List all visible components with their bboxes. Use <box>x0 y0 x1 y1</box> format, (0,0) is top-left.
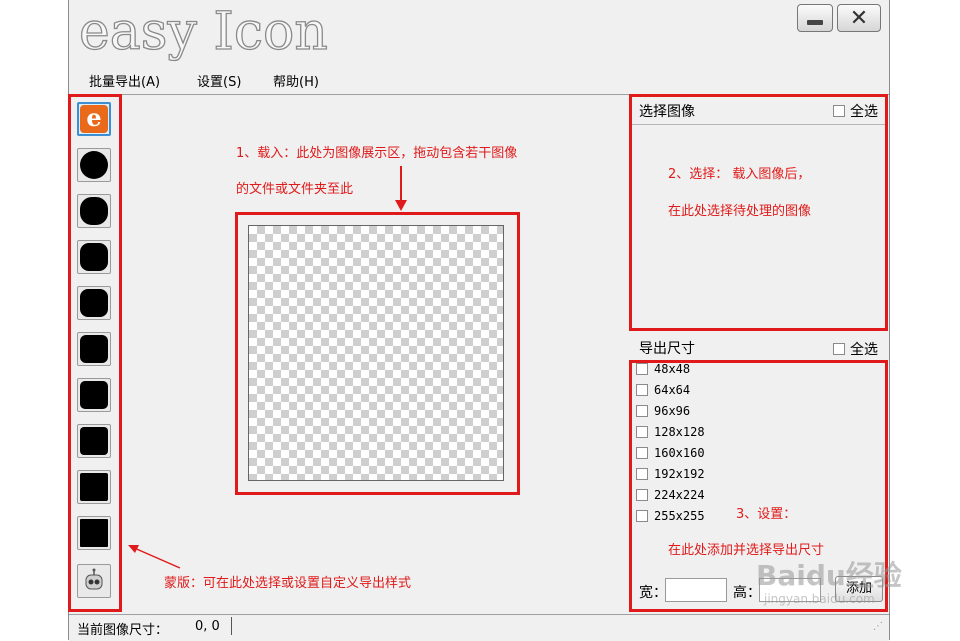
arrow-left-icon <box>128 545 181 569</box>
size-option[interactable]: 160x160 <box>636 446 705 460</box>
menu-settings[interactable]: 设置(S) <box>197 71 241 90</box>
checkbox[interactable] <box>636 384 648 396</box>
annotation-load-2: 的文件或文件夹至此 <box>236 182 354 197</box>
checkbox[interactable] <box>636 510 648 522</box>
checkbox[interactable] <box>636 489 648 501</box>
status-value: 0, 0 <box>195 619 220 634</box>
annotation-select-2: 在此处选择待处理的图像 <box>668 204 812 219</box>
watermark-url: jingyan.baidu.com <box>764 592 875 606</box>
status-divider <box>231 617 232 635</box>
size-option[interactable]: 192x192 <box>636 467 705 481</box>
size-option[interactable]: 255x255 <box>636 509 705 523</box>
size-option[interactable]: 48x48 <box>636 362 690 376</box>
annotation-select-1: 2、选择： 载入图像后， <box>668 167 811 182</box>
checkbox[interactable] <box>636 426 648 438</box>
checkbox[interactable] <box>636 405 648 417</box>
minimize-button[interactable] <box>797 4 833 32</box>
checkbox[interactable] <box>636 363 648 375</box>
menu-bar: 批量导出(A) 设置(S) 帮助(H) <box>69 66 889 95</box>
close-button[interactable]: ✕ <box>837 4 881 32</box>
checkbox[interactable] <box>636 468 648 480</box>
size-option[interactable]: 96x96 <box>636 404 690 418</box>
size-option[interactable]: 224x224 <box>636 488 705 502</box>
menu-help[interactable]: 帮助(H) <box>273 71 319 90</box>
export-size-select-all[interactable]: 全选 <box>833 339 878 359</box>
size-option[interactable]: 64x64 <box>636 383 690 397</box>
arrow-down-icon <box>395 166 407 211</box>
status-label: 当前图像尺寸： <box>77 623 169 638</box>
size-option[interactable]: 128x128 <box>636 425 705 439</box>
status-bar: 当前图像尺寸： 0, 0 ⋰ <box>69 614 889 641</box>
annotation-load-1: 1、载入：此处为图像展示区，拖动包含若干图像 <box>236 146 518 161</box>
close-icon: ✕ <box>849 5 869 31</box>
menu-batch-export[interactable]: 批量导出(A) <box>89 71 160 90</box>
checkbox[interactable] <box>833 343 845 355</box>
display-highlight-box <box>235 212 520 495</box>
annotation-mask: 蒙版：可在此处选择或设置自定义导出样式 <box>164 576 412 591</box>
mask-highlight-box <box>68 94 122 612</box>
title-bar: easy Icon ✕ <box>69 0 889 66</box>
minimize-icon <box>807 19 823 25</box>
resize-grip-icon[interactable]: ⋰ <box>873 621 883 632</box>
app-logo: easy Icon <box>78 1 328 62</box>
watermark-brand: Baidu经验 <box>756 559 902 592</box>
checkbox[interactable] <box>636 447 648 459</box>
export-size-title: 导出尺寸 <box>639 341 695 357</box>
annotation-settings-1: 3、设置： <box>736 507 797 522</box>
